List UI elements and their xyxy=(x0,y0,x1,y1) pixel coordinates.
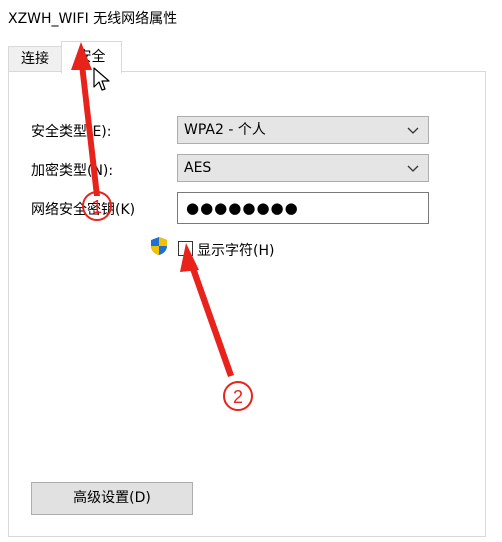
tab-connection[interactable]: 连接 xyxy=(8,46,62,72)
network-key-label: 网络安全密钥(K) xyxy=(31,202,136,218)
security-type-select[interactable]: WPA2 - 个人 xyxy=(177,116,429,144)
chevron-down-icon xyxy=(407,165,419,172)
show-characters-checkbox[interactable] xyxy=(178,241,193,256)
mouse-pointer-icon xyxy=(93,67,110,91)
security-type-label: 安全类型(E): xyxy=(31,124,112,140)
title-bar: XZWH_WIFI 无线网络属性 xyxy=(0,0,502,34)
tab-security[interactable]: 安全 xyxy=(61,41,122,73)
chevron-down-icon xyxy=(407,127,419,134)
window-title: XZWH_WIFI 无线网络属性 xyxy=(8,11,178,27)
tab-security-label: 安全 xyxy=(77,49,106,65)
encryption-type-value: AES xyxy=(184,160,212,176)
show-characters-label[interactable]: 显示字符(H) xyxy=(197,240,274,260)
advanced-settings-label: 高级设置(D) xyxy=(73,490,151,506)
network-key-value: ●●●●●●●● xyxy=(186,199,299,217)
tab-connection-label: 连接 xyxy=(21,51,49,67)
encryption-type-label: 加密类型(N): xyxy=(31,163,114,179)
network-key-input[interactable]: ●●●●●●●● xyxy=(177,192,429,224)
encryption-type-select[interactable]: AES xyxy=(177,154,429,182)
security-type-value: WPA2 - 个人 xyxy=(184,122,266,138)
uac-shield-icon xyxy=(151,237,167,255)
advanced-settings-button[interactable]: 高级设置(D) xyxy=(31,482,193,515)
